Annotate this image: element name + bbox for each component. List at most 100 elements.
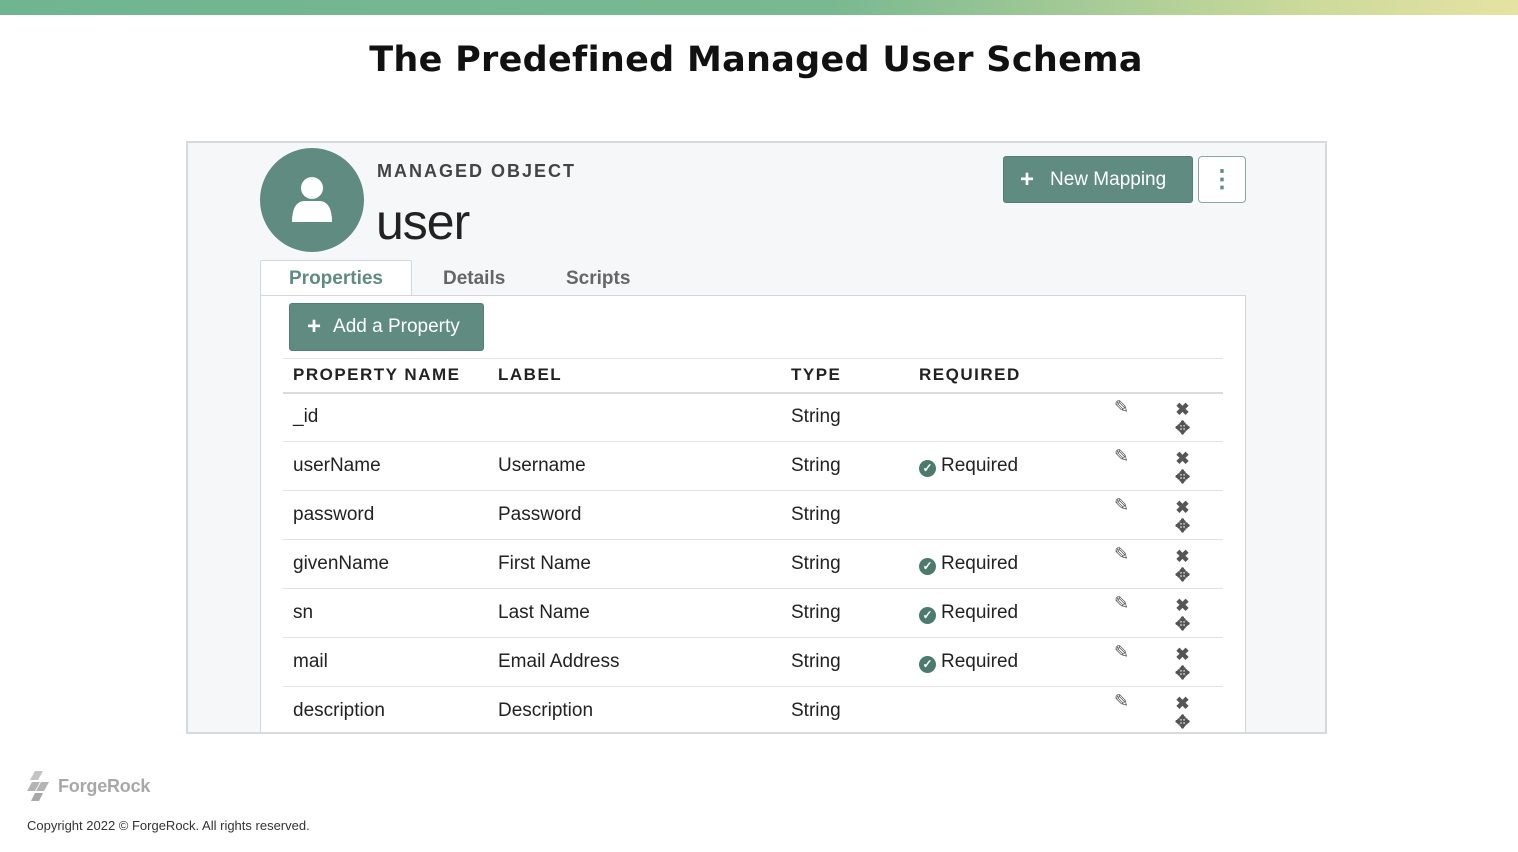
- kebab-menu-icon: ⋮: [1210, 166, 1234, 193]
- cell-required: [909, 392, 1104, 442]
- cell-actions: ✖ ✥: [1165, 539, 1223, 589]
- user-icon: [292, 177, 332, 222]
- delete-icon[interactable]: ✖: [1175, 597, 1189, 614]
- table-row: _id String ✎ ✖ ✥: [283, 392, 1223, 442]
- table-row: mail Email Address String ✓ Required ✎ ✖ ✥: [283, 637, 1223, 687]
- delete-icon[interactable]: ✖: [1175, 499, 1189, 516]
- header-type[interactable]: TYPE: [781, 358, 909, 394]
- plus-icon: +: [1020, 165, 1035, 193]
- cell-type: String: [781, 588, 909, 638]
- cell-label: [488, 392, 781, 442]
- move-icon[interactable]: ✥: [1175, 664, 1190, 682]
- managed-object-screenshot: MANAGED OBJECT user + New Mapping ⋮ Prop…: [186, 141, 1327, 734]
- cell-edit: ✎: [1104, 686, 1165, 732]
- cell-property-name: sn: [283, 588, 488, 638]
- check-circle-icon: ✓: [919, 460, 936, 477]
- header-required[interactable]: REQUIRED: [909, 358, 1104, 394]
- cell-required: ✓ Required: [909, 588, 1104, 638]
- move-icon[interactable]: ✥: [1175, 713, 1190, 731]
- cell-type: String: [781, 490, 909, 540]
- required-text: Required: [941, 651, 1019, 672]
- cell-label: Username: [488, 441, 781, 491]
- pencil-icon[interactable]: ✎: [1114, 446, 1129, 467]
- table-row: userName Username String ✓ Required ✎ ✖ ✥: [283, 441, 1223, 491]
- top-accent-bar: [0, 0, 1518, 15]
- table-row: sn Last Name String ✓ Required ✎ ✖ ✥: [283, 588, 1223, 638]
- cell-edit: ✎: [1104, 539, 1165, 589]
- table-header-row: PROPERTY NAME LABEL TYPE REQUIRED: [283, 358, 1223, 394]
- cell-property-name: userName: [283, 441, 488, 491]
- cell-type: String: [781, 539, 909, 589]
- tab-details[interactable]: Details: [443, 260, 505, 297]
- cell-actions: ✖ ✥: [1165, 392, 1223, 442]
- object-name: user: [376, 194, 470, 250]
- object-avatar: [260, 148, 364, 252]
- cell-actions: ✖ ✥: [1165, 490, 1223, 540]
- cell-type: String: [781, 686, 909, 732]
- header-actions: [1165, 358, 1223, 394]
- pencil-icon[interactable]: ✎: [1114, 397, 1129, 418]
- move-icon[interactable]: ✥: [1175, 517, 1190, 535]
- cell-label: Password: [488, 490, 781, 540]
- table-row: password Password String ✎ ✖ ✥: [283, 490, 1223, 540]
- properties-panel: + Add a Property PROPERTY NAME LABEL TYP…: [260, 295, 1246, 732]
- add-property-button[interactable]: + Add a Property: [289, 303, 484, 351]
- cell-property-name: givenName: [283, 539, 488, 589]
- header-label[interactable]: LABEL: [488, 358, 781, 394]
- delete-icon[interactable]: ✖: [1175, 401, 1189, 418]
- move-icon[interactable]: ✥: [1175, 419, 1190, 437]
- pencil-icon[interactable]: ✎: [1114, 691, 1129, 712]
- forgerock-logo-icon: [27, 771, 49, 801]
- header-property-name[interactable]: PROPERTY NAME: [283, 358, 488, 394]
- cell-required: [909, 686, 1104, 732]
- cell-property-name: password: [283, 490, 488, 540]
- required-text: Required: [941, 455, 1019, 476]
- move-icon[interactable]: ✥: [1175, 615, 1190, 633]
- cell-actions: ✖ ✥: [1165, 441, 1223, 491]
- check-circle-icon: ✓: [919, 656, 936, 673]
- copyright-notice: Copyright 2022 © ForgeRock. All rights r…: [27, 818, 310, 833]
- add-property-label: Add a Property: [333, 316, 460, 337]
- more-options-button[interactable]: ⋮: [1198, 156, 1246, 203]
- new-mapping-button[interactable]: + New Mapping: [1003, 156, 1193, 203]
- delete-icon[interactable]: ✖: [1175, 646, 1189, 663]
- required-text: Required: [941, 553, 1019, 574]
- slide-title: The Predefined Managed User Schema: [369, 40, 1143, 80]
- move-icon[interactable]: ✥: [1175, 566, 1190, 584]
- cell-edit: ✎: [1104, 392, 1165, 442]
- forgerock-logo: ForgeRock: [26, 771, 150, 801]
- plus-icon: +: [307, 313, 322, 340]
- pencil-icon[interactable]: ✎: [1114, 593, 1129, 614]
- cell-type: String: [781, 637, 909, 687]
- check-circle-icon: ✓: [919, 607, 936, 624]
- tab-scripts[interactable]: Scripts: [566, 260, 630, 297]
- required-text: Required: [941, 602, 1019, 623]
- cell-property-name: description: [283, 686, 488, 732]
- tab-properties[interactable]: Properties: [260, 260, 412, 297]
- cell-label: Description: [488, 686, 781, 732]
- cell-required: ✓ Required: [909, 539, 1104, 589]
- delete-icon[interactable]: ✖: [1175, 548, 1189, 565]
- cell-label: First Name: [488, 539, 781, 589]
- delete-icon[interactable]: ✖: [1175, 695, 1189, 712]
- cell-edit: ✎: [1104, 637, 1165, 687]
- pencil-icon[interactable]: ✎: [1114, 544, 1129, 565]
- cell-edit: ✎: [1104, 588, 1165, 638]
- new-mapping-label: New Mapping: [1050, 168, 1167, 190]
- cell-label: Email Address: [488, 637, 781, 687]
- cell-edit: ✎: [1104, 441, 1165, 491]
- cell-required: ✓ Required: [909, 637, 1104, 687]
- pencil-icon[interactable]: ✎: [1114, 642, 1129, 663]
- table-row: givenName First Name String ✓ Required ✎ ✖ ✥: [283, 539, 1223, 589]
- cell-property-name: mail: [283, 637, 488, 687]
- cell-type: String: [781, 441, 909, 491]
- pencil-icon[interactable]: ✎: [1114, 495, 1129, 516]
- move-icon[interactable]: ✥: [1175, 468, 1190, 486]
- delete-icon[interactable]: ✖: [1175, 450, 1189, 467]
- cell-property-name: _id: [283, 392, 488, 442]
- cell-actions: ✖ ✥: [1165, 588, 1223, 638]
- cell-actions: ✖ ✥: [1165, 686, 1223, 732]
- header-edit: [1104, 358, 1165, 394]
- cell-type: String: [781, 392, 909, 442]
- table-row: description Description String ✎ ✖ ✥: [283, 686, 1223, 732]
